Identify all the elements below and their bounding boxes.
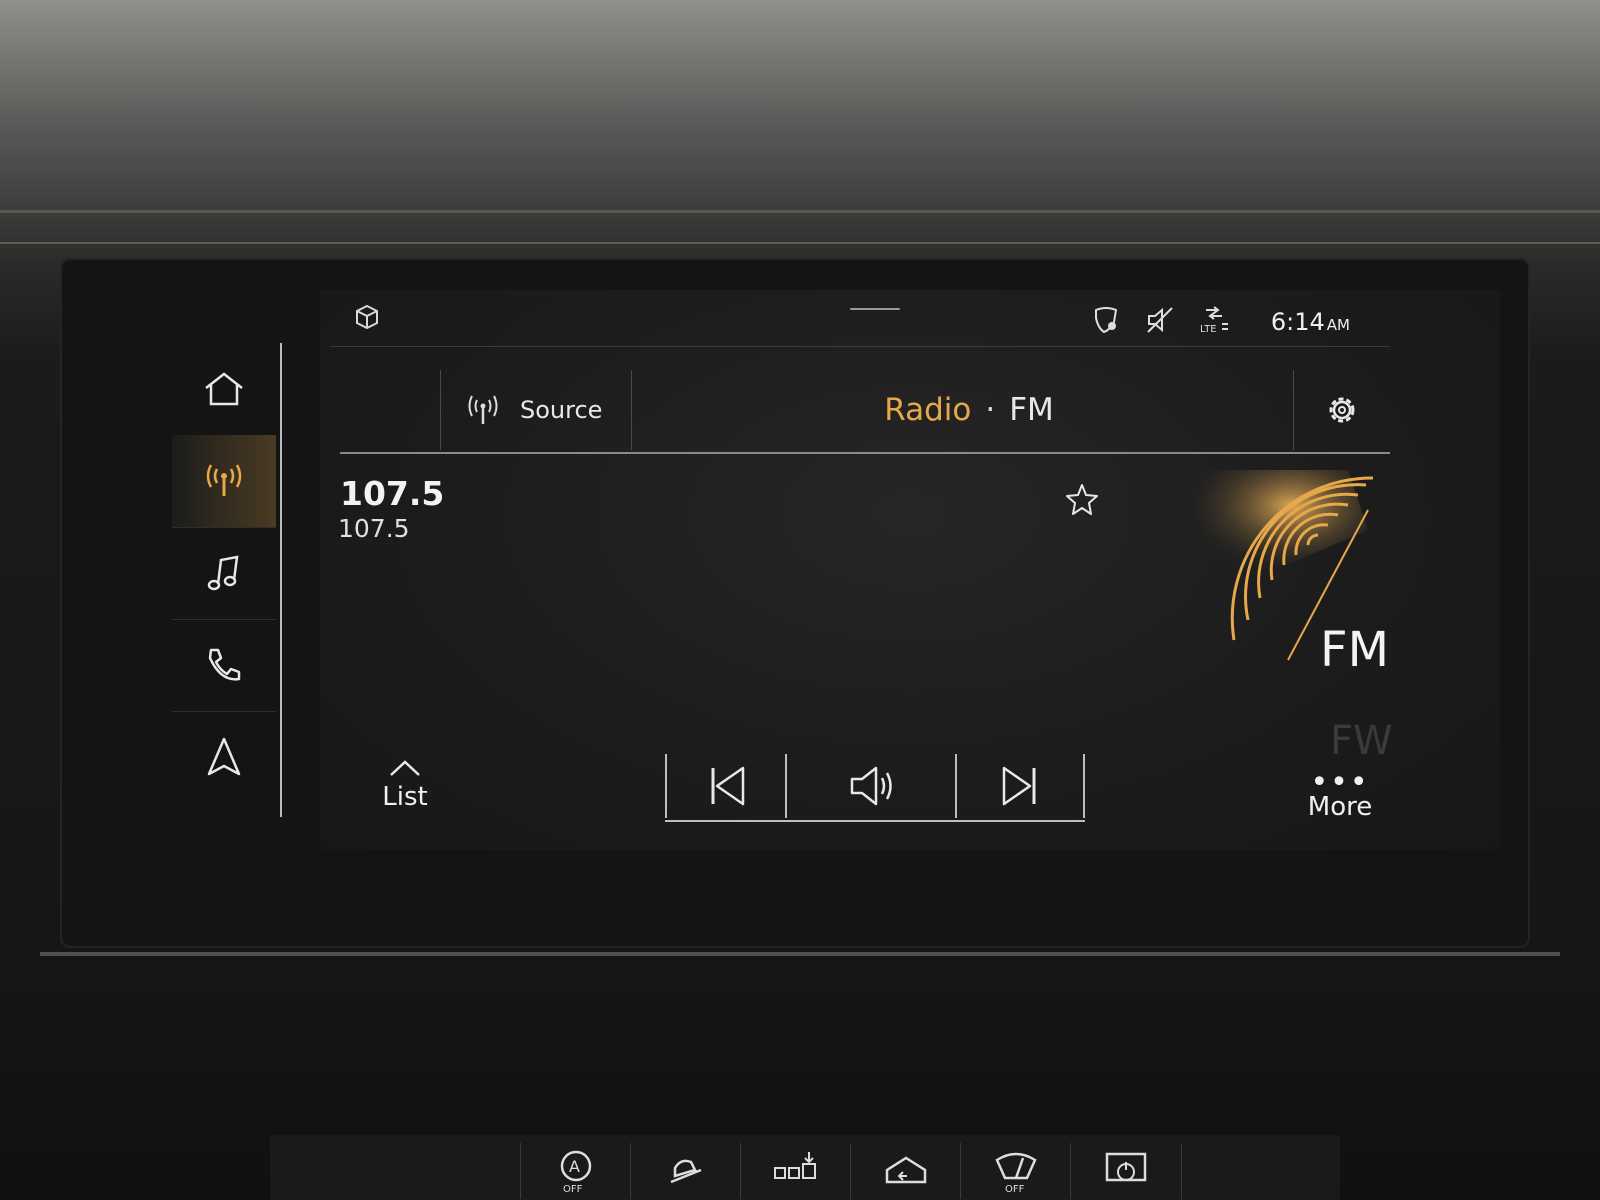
volume-button[interactable] [785, 754, 957, 818]
lte-signal-icon: LTE [1200, 306, 1228, 335]
home-icon [205, 372, 243, 406]
more-label: More [1307, 792, 1373, 822]
hill-descent-icon [670, 1159, 702, 1184]
wiper-button[interactable]: OFF [960, 1143, 1071, 1199]
screen-power-button[interactable] [1070, 1143, 1182, 1199]
music-note-icon [207, 555, 239, 591]
screen-power-icon [1105, 1152, 1147, 1182]
sidebar-item-phone[interactable] [172, 619, 276, 712]
chevron-up-icon [390, 760, 420, 776]
wiper-off-icon: OFF [995, 1152, 1037, 1194]
fm-art-label: FM [1320, 622, 1390, 678]
cube-icon[interactable] [352, 302, 382, 332]
fm-ghost-label: FW [1330, 718, 1393, 764]
source-antenna-icon [468, 395, 498, 424]
clock: 6:14 AM [1271, 308, 1350, 336]
auto-start-stop-button[interactable]: A OFF [520, 1143, 631, 1199]
sidebar-item-home[interactable] [172, 343, 276, 436]
title-separator: · [985, 392, 996, 428]
source-button[interactable]: Source [442, 370, 632, 450]
next-button[interactable] [955, 754, 1085, 818]
sidebar-nav [172, 343, 282, 817]
status-bar: LTE 6:14 AM [330, 290, 1390, 347]
speaker-icon [850, 766, 892, 806]
climate-control-panel: A OFF OFF [270, 1135, 1340, 1200]
clock-ampm: AM [1326, 316, 1350, 334]
radio-antenna-icon [206, 464, 242, 496]
star-icon[interactable] [1064, 482, 1100, 518]
list-label: List [382, 782, 428, 812]
skip-next-icon [1002, 766, 1036, 806]
parking-sensor-icon [774, 1152, 816, 1179]
gear-icon [1329, 397, 1355, 423]
svg-text:A: A [569, 1157, 580, 1176]
page-title: Radio · FM [634, 370, 1304, 450]
sidebar-item-radio[interactable] [172, 435, 276, 528]
title-radio: Radio [884, 392, 972, 428]
list-button[interactable]: List [370, 758, 440, 828]
drag-handle[interactable] [850, 308, 900, 310]
parking-sensor-button[interactable] [740, 1143, 851, 1199]
phone-icon [208, 648, 241, 681]
skip-previous-icon [711, 766, 745, 806]
header-left-tab[interactable] [340, 370, 441, 450]
more-dots-icon: ••• [1310, 765, 1370, 800]
source-label: Source [520, 396, 603, 424]
auto-start-stop-off-icon: A OFF [560, 1150, 592, 1194]
navigation-arrow-icon [207, 737, 241, 776]
clock-time: 6:14 [1270, 308, 1325, 336]
svg-text:LTE: LTE [1200, 324, 1217, 335]
station-name: 107.5 [338, 514, 410, 543]
garage-door-icon [885, 1156, 927, 1184]
garage-door-button[interactable] [850, 1143, 961, 1199]
media-controls [665, 754, 1085, 822]
previous-button[interactable] [665, 754, 787, 818]
lower-trim [40, 952, 1560, 956]
station-frequency: 107.5 [340, 474, 445, 513]
sidebar-item-navigation[interactable] [172, 711, 276, 803]
status-icons: LTE [1090, 304, 1230, 336]
mute-icon [1147, 307, 1173, 333]
header: Source Radio · FM [340, 370, 1390, 454]
wiper-off-label: OFF [1005, 1184, 1025, 1194]
auto-off-label: OFF [563, 1184, 583, 1194]
sidebar-item-music[interactable] [172, 527, 276, 620]
title-band: FM [1009, 392, 1054, 428]
settings-button[interactable] [1293, 370, 1390, 450]
dashboard-trim-accent [0, 242, 1600, 244]
hill-descent-button[interactable] [630, 1143, 741, 1199]
location-shield-icon [1095, 307, 1118, 334]
dashboard-trim [0, 210, 1600, 213]
more-button[interactable]: ••• More [1300, 765, 1380, 844]
